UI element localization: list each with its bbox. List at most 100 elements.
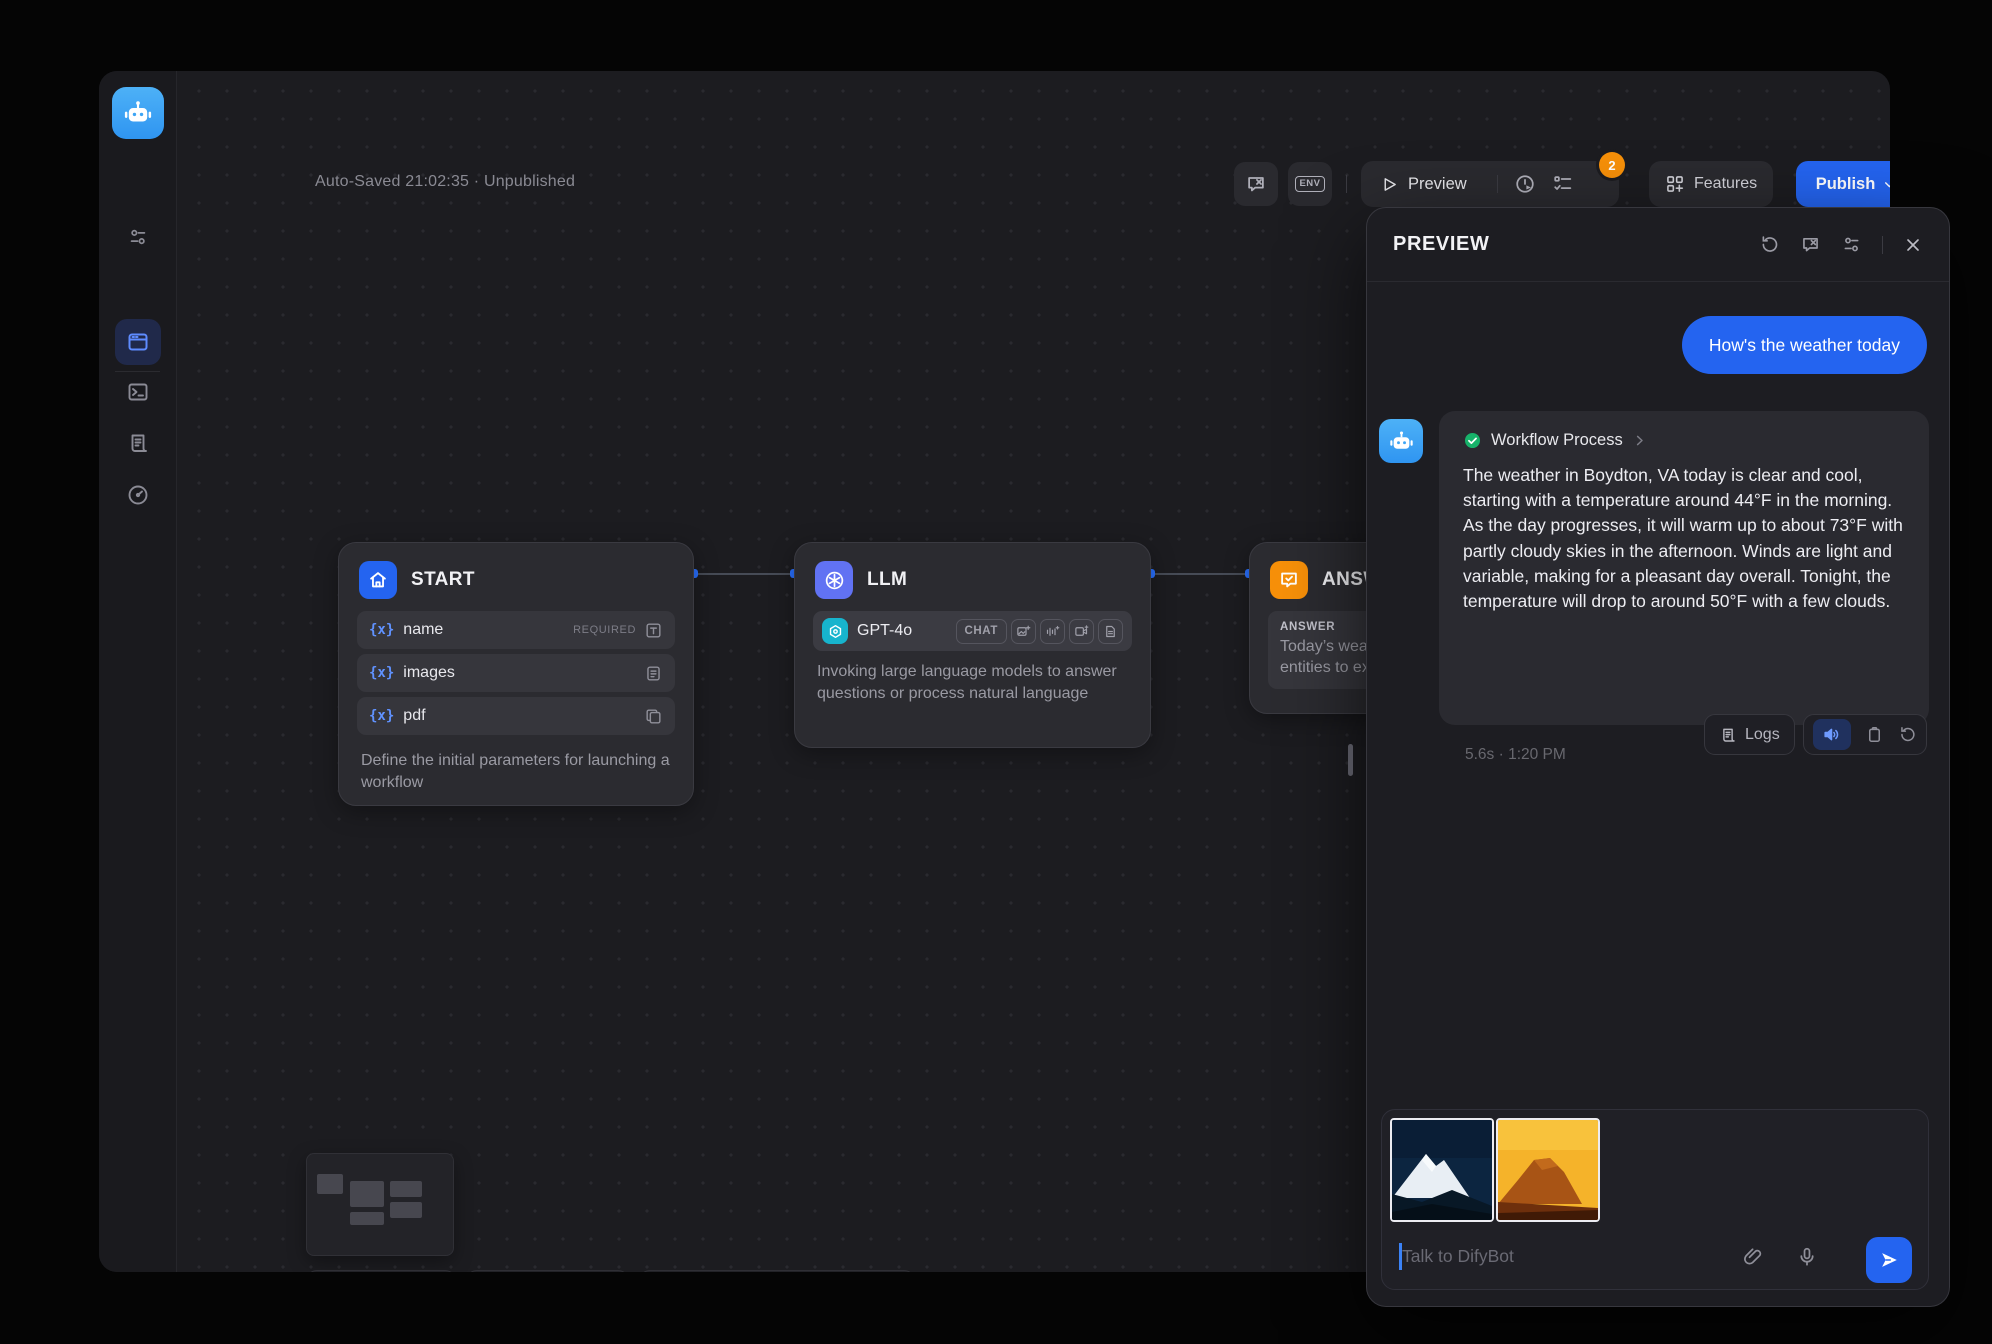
microphone-icon[interactable]	[1796, 1246, 1818, 1268]
features-label: Features	[1694, 175, 1757, 193]
annotation-button[interactable]	[1234, 162, 1278, 206]
group-separator	[1497, 175, 1498, 193]
send-button[interactable]	[1866, 1237, 1912, 1283]
model-selector[interactable]: GPT-4o CHAT	[813, 611, 1132, 651]
sidebar-item-preferences[interactable]	[115, 214, 161, 260]
attached-image-sunset-mountain[interactable]	[1496, 1118, 1600, 1222]
variable-icon: {x}	[369, 665, 394, 681]
sidebar-item-orchestrate[interactable]	[115, 319, 161, 365]
canvas-tools	[639, 1270, 915, 1272]
chat-input[interactable]	[1402, 1236, 1732, 1276]
play-icon	[1381, 176, 1398, 193]
minimap-node	[350, 1212, 384, 1225]
run-history-button[interactable]	[1514, 173, 1536, 195]
preview-settings-icon[interactable]	[1841, 234, 1862, 255]
document-capability-icon	[1098, 619, 1123, 644]
message-actions: Logs	[1704, 714, 1927, 755]
copy-button[interactable]	[1865, 725, 1884, 744]
bot-avatar	[1379, 419, 1423, 463]
model-capabilities: CHAT	[956, 619, 1124, 644]
clock-play-icon	[1514, 173, 1536, 195]
node-llm[interactable]: LLM GPT-4o CHAT	[794, 542, 1151, 748]
minimap-node	[390, 1202, 422, 1218]
message-action-group	[1803, 714, 1927, 755]
node-description: Define the initial parameters for launch…	[339, 740, 693, 793]
chat-mode-badge: CHAT	[956, 619, 1008, 644]
screen: Auto-Saved 21:02:35 · Unpublished ENV	[0, 0, 1992, 1344]
variable-icon: {x}	[369, 622, 394, 638]
openai-icon	[822, 618, 848, 644]
restart-conversation-button[interactable]	[1759, 234, 1780, 255]
publish-button[interactable]: Publish	[1796, 161, 1890, 207]
user-message-bubble: How's the weather today	[1682, 316, 1927, 374]
autosave-status: Auto-Saved 21:02:35 · Unpublished	[315, 173, 575, 191]
annotation-icon[interactable]	[1800, 234, 1821, 255]
logs-label: Logs	[1745, 726, 1780, 744]
text-input-type-icon	[644, 621, 663, 640]
node-start-header: START	[339, 543, 693, 611]
checklist-icon	[1552, 173, 1574, 195]
minimap-node	[350, 1181, 384, 1207]
input-field-name[interactable]: {x} name REQUIRED	[357, 611, 675, 649]
browser-window-icon	[126, 330, 150, 354]
logs-icon	[126, 431, 150, 455]
minimap-node	[390, 1181, 422, 1197]
logs-button[interactable]: Logs	[1704, 714, 1795, 755]
publish-label: Publish	[1816, 175, 1876, 194]
bot-message-card: Workflow Process The weather in Boydton,…	[1439, 411, 1929, 725]
sidebar-item-monitoring[interactable]	[115, 472, 161, 518]
sidebar-item-api[interactable]	[115, 369, 161, 415]
preview-panel: PREVIEW	[1366, 207, 1950, 1307]
workflow-process-toggle[interactable]: Workflow Process	[1463, 431, 1905, 450]
node-description: Invoking large language models to answer…	[795, 651, 1150, 704]
zoom-controls: 100%	[306, 1270, 456, 1272]
logs-icon	[1719, 726, 1737, 744]
preview-title: PREVIEW	[1393, 233, 1489, 256]
send-icon	[1878, 1249, 1900, 1271]
regenerate-button[interactable]	[1898, 725, 1917, 744]
preview-panel-header: PREVIEW	[1367, 208, 1949, 282]
node-title: LLM	[867, 569, 907, 591]
minimap-node	[317, 1174, 343, 1194]
topbar-separator	[1346, 175, 1347, 193]
video-capability-icon	[1069, 619, 1094, 644]
node-start[interactable]: START {x} name REQUIRED {x} imag	[338, 542, 694, 806]
grid-plus-icon	[1665, 174, 1685, 194]
files-copy-type-icon	[644, 707, 663, 726]
input-field-images[interactable]: {x} images	[357, 654, 675, 692]
sidebar	[99, 71, 177, 1272]
speaker-button[interactable]	[1813, 719, 1851, 750]
sliders-icon	[127, 226, 149, 248]
panel-resize-handle[interactable]	[1348, 744, 1353, 776]
vision-capability-icon	[1011, 619, 1036, 644]
bot-message-text: The weather in Boydton, VA today is clea…	[1463, 463, 1905, 614]
file-list-type-icon	[644, 664, 663, 683]
home-icon	[359, 561, 397, 599]
run-controls-group: Preview	[1361, 161, 1619, 207]
attached-image-night-mountain[interactable]	[1390, 1118, 1494, 1222]
minimap[interactable]	[306, 1153, 454, 1256]
env-button[interactable]: ENV	[1288, 162, 1332, 206]
chevron-down-icon	[1883, 178, 1890, 191]
answer-icon	[1270, 561, 1308, 599]
sidebar-item-logs[interactable]	[115, 420, 161, 466]
preview-run-label: Preview	[1408, 175, 1467, 194]
preview-run-button[interactable]: Preview	[1381, 175, 1467, 194]
checklist-button[interactable]	[1552, 173, 1574, 195]
variable-icon: {x}	[369, 708, 394, 724]
attach-file-icon[interactable]	[1742, 1246, 1764, 1268]
history-controls	[466, 1270, 629, 1272]
features-button[interactable]: Features	[1649, 161, 1773, 207]
success-check-icon	[1463, 431, 1482, 450]
node-llm-header: LLM	[795, 543, 1150, 611]
input-field-pdf[interactable]: {x} pdf	[357, 697, 675, 735]
checklist-badge: 2	[1599, 152, 1625, 178]
app-logo[interactable]	[112, 87, 164, 139]
robot-icon	[121, 96, 155, 130]
gauge-icon	[126, 483, 150, 507]
close-icon[interactable]	[1903, 235, 1923, 255]
robot-icon	[1387, 427, 1416, 456]
chevron-right-icon	[1632, 433, 1647, 448]
edge-start-llm	[694, 573, 794, 575]
node-title: START	[411, 569, 475, 591]
